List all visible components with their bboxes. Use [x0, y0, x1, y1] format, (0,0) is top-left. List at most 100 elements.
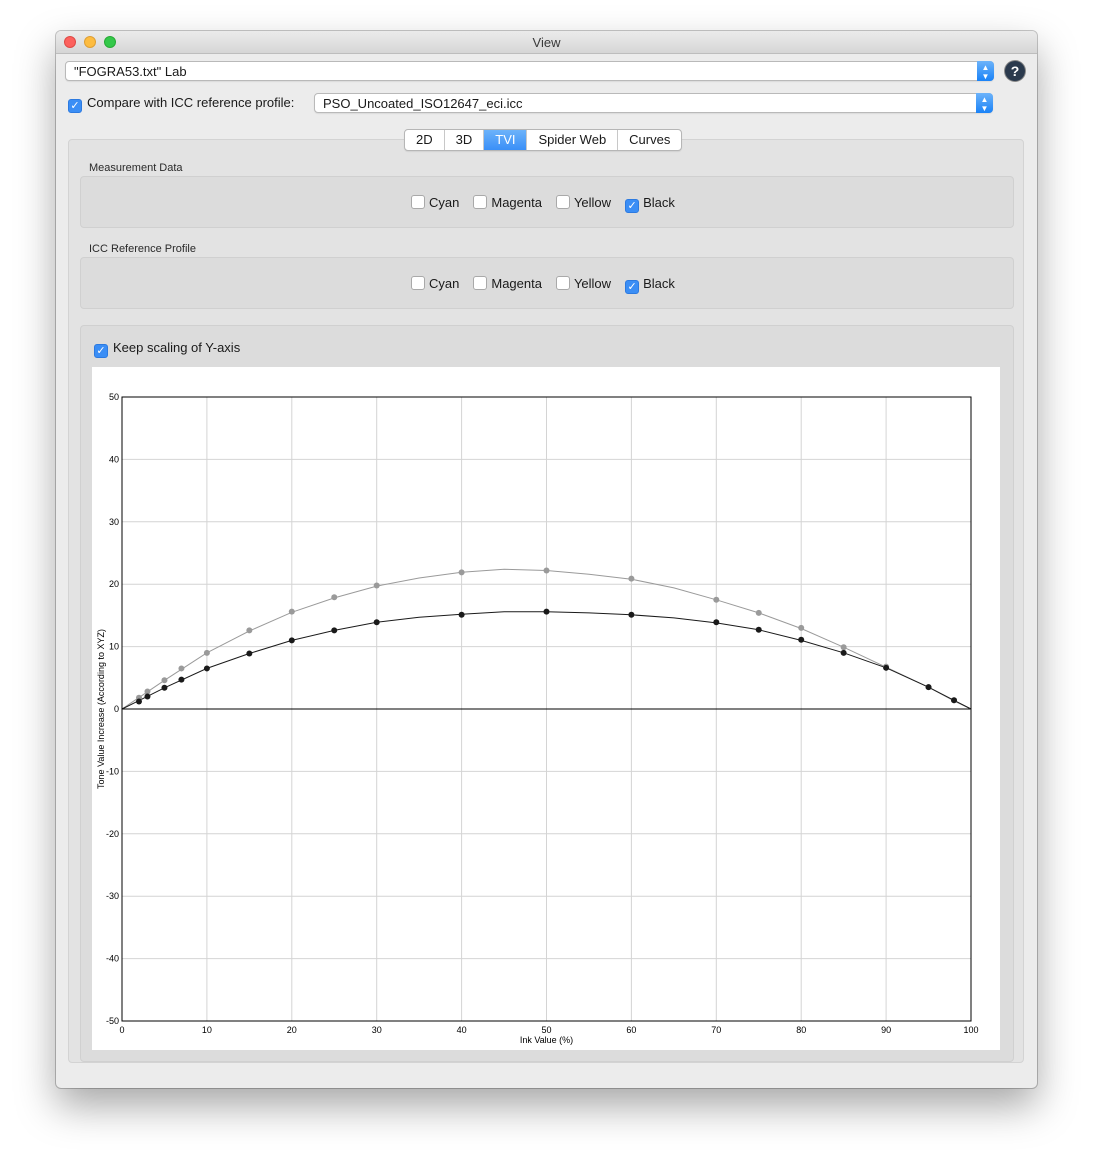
y-tick-label: -20 [106, 829, 119, 839]
reference-profile-value: PSO_Uncoated_ISO12647_eci.icc [323, 96, 523, 111]
keep-scaling-checkbox[interactable]: ✓ [94, 344, 108, 358]
series-point-2 [135, 698, 142, 705]
x-tick-label: 70 [711, 1025, 721, 1035]
series-point-2 [883, 664, 890, 671]
series-point-1 [628, 575, 635, 582]
tab-2d[interactable]: 2D [405, 130, 444, 150]
tab-curves[interactable]: Curves [617, 130, 681, 150]
title-bar: View [56, 31, 1037, 54]
x-tick-label: 30 [372, 1025, 382, 1035]
series-point-2 [798, 636, 805, 643]
reference-magenta-checkbox[interactable] [473, 276, 488, 290]
series-point-1 [203, 649, 210, 656]
series-point-2 [713, 619, 720, 626]
series-point-1 [840, 644, 847, 651]
series-point-1 [713, 596, 720, 603]
popup-stepper-icon: ▲ ▼ [977, 61, 994, 81]
reference-black-option[interactable]: ✓ Black [625, 276, 675, 294]
measurement-cyan-option[interactable]: Cyan [411, 195, 459, 213]
series-point-2 [161, 684, 168, 691]
series-point-2 [331, 627, 338, 634]
x-axis-label: Ink Value (%) [520, 1035, 573, 1045]
x-tick-label: 0 [119, 1025, 124, 1035]
x-tick-label: 10 [202, 1025, 212, 1035]
series-point-2 [628, 611, 635, 618]
x-tick-label: 60 [626, 1025, 636, 1035]
y-tick-label: 50 [109, 392, 119, 402]
y-tick-label: 40 [109, 454, 119, 464]
measurement-group: Cyan Magenta Yellow ✓ Black [80, 176, 1014, 228]
view-tabs: 2D 3D TVI Spider Web Curves [404, 129, 683, 151]
tab-3d[interactable]: 3D [443, 130, 484, 150]
x-tick-label: 20 [287, 1025, 297, 1035]
reference-magenta-option[interactable]: Magenta [473, 276, 542, 294]
measurement-black-option[interactable]: ✓ Black [625, 195, 675, 213]
window-title: View [532, 35, 561, 50]
measurement-cyan-checkbox[interactable] [411, 195, 425, 209]
x-tick-label: 100 [963, 1025, 978, 1035]
keep-scaling-row: ✓ Keep scaling of Y-axis [94, 340, 240, 358]
y-tick-label: 0 [114, 704, 119, 714]
reference-group-title: ICC Reference Profile [89, 243, 196, 255]
series-point-1 [798, 624, 805, 631]
reference-group: Cyan Magenta Yellow ✓ Black [80, 257, 1014, 309]
y-tick-label: -30 [106, 891, 119, 901]
compare-label: Compare with ICC reference profile: [87, 95, 295, 110]
measurement-yellow-checkbox[interactable] [555, 195, 570, 209]
tab-tvi[interactable]: TVI [483, 130, 527, 150]
series-point-1 [246, 627, 253, 634]
series-point-2 [144, 693, 151, 700]
measurement-yellow-option[interactable]: Yellow [555, 195, 611, 213]
series-point-2 [203, 665, 210, 672]
view-window: View "FOGRA53.txt" Lab ▲ ▼ ? ✓ Compare wit… [56, 31, 1037, 1088]
reference-black-checkbox[interactable]: ✓ [625, 280, 640, 294]
popup-stepper-icon: ▲ ▼ [976, 93, 993, 113]
y-axis-label: Tone Value Increase (According to XYZ) [96, 629, 106, 789]
series-point-1 [288, 608, 295, 615]
series-point-2 [178, 676, 185, 683]
reference-cyan-checkbox[interactable] [411, 276, 425, 290]
measurement-file-popup[interactable]: "FOGRA53.txt" Lab ▲ ▼ [65, 61, 994, 81]
y-tick-label: -50 [106, 1016, 119, 1026]
x-tick-label: 40 [457, 1025, 467, 1035]
series-point-2 [543, 608, 550, 615]
reference-yellow-checkbox[interactable] [555, 276, 570, 290]
x-tick-label: 50 [541, 1025, 551, 1035]
series-point-1 [458, 569, 465, 576]
tab-spider-web[interactable]: Spider Web [526, 130, 617, 150]
series-point-1 [161, 677, 168, 684]
reference-profile-popup[interactable]: PSO_Uncoated_ISO12647_eci.icc ▲ ▼ [314, 93, 993, 113]
series-point-2 [458, 611, 465, 618]
series-point-1 [543, 567, 550, 574]
series-point-2 [246, 650, 253, 657]
measurement-black-checkbox[interactable]: ✓ [625, 199, 640, 213]
series-point-1 [331, 594, 338, 601]
series-point-2 [288, 637, 295, 644]
measurement-group-title: Measurement Data [89, 162, 183, 174]
tvi-chart-svg: 0 10 20 30 40 50 60 70 80 90 100 -50 -40 -30 -20 -10 0 10… [96, 392, 979, 1045]
y-tick-label: -40 [106, 954, 119, 964]
y-tick-label: 10 [109, 642, 119, 652]
series-point-1 [178, 665, 185, 672]
keep-scaling-label: Keep scaling of Y-axis [113, 340, 241, 355]
measurement-file-value: "FOGRA53.txt" Lab [74, 64, 187, 79]
series-point-2 [755, 626, 762, 633]
compare-checkbox[interactable]: ✓ [68, 99, 82, 113]
y-tick-label: 20 [109, 579, 119, 589]
y-tick-label: -10 [106, 766, 119, 776]
series-point-2 [925, 684, 932, 691]
series-point-2 [951, 697, 958, 704]
reference-yellow-option[interactable]: Yellow [555, 276, 611, 294]
series-point-2 [373, 619, 380, 626]
measurement-magenta-checkbox[interactable] [473, 195, 488, 209]
compare-row: ✓ Compare with ICC reference profile: [68, 95, 294, 113]
x-tick-label: 90 [881, 1025, 891, 1035]
tvi-chart: 0 10 20 30 40 50 60 70 80 90 100 -50 -40 -30 -20 -10 0 10… [92, 367, 1000, 1050]
series-point-1 [755, 609, 762, 616]
measurement-magenta-option[interactable]: Magenta [473, 195, 542, 213]
series-point-2 [840, 649, 847, 656]
reference-cyan-option[interactable]: Cyan [411, 276, 459, 294]
y-tick-label: 30 [109, 517, 119, 527]
help-button[interactable]: ? [1005, 61, 1025, 81]
x-tick-label: 80 [796, 1025, 806, 1035]
